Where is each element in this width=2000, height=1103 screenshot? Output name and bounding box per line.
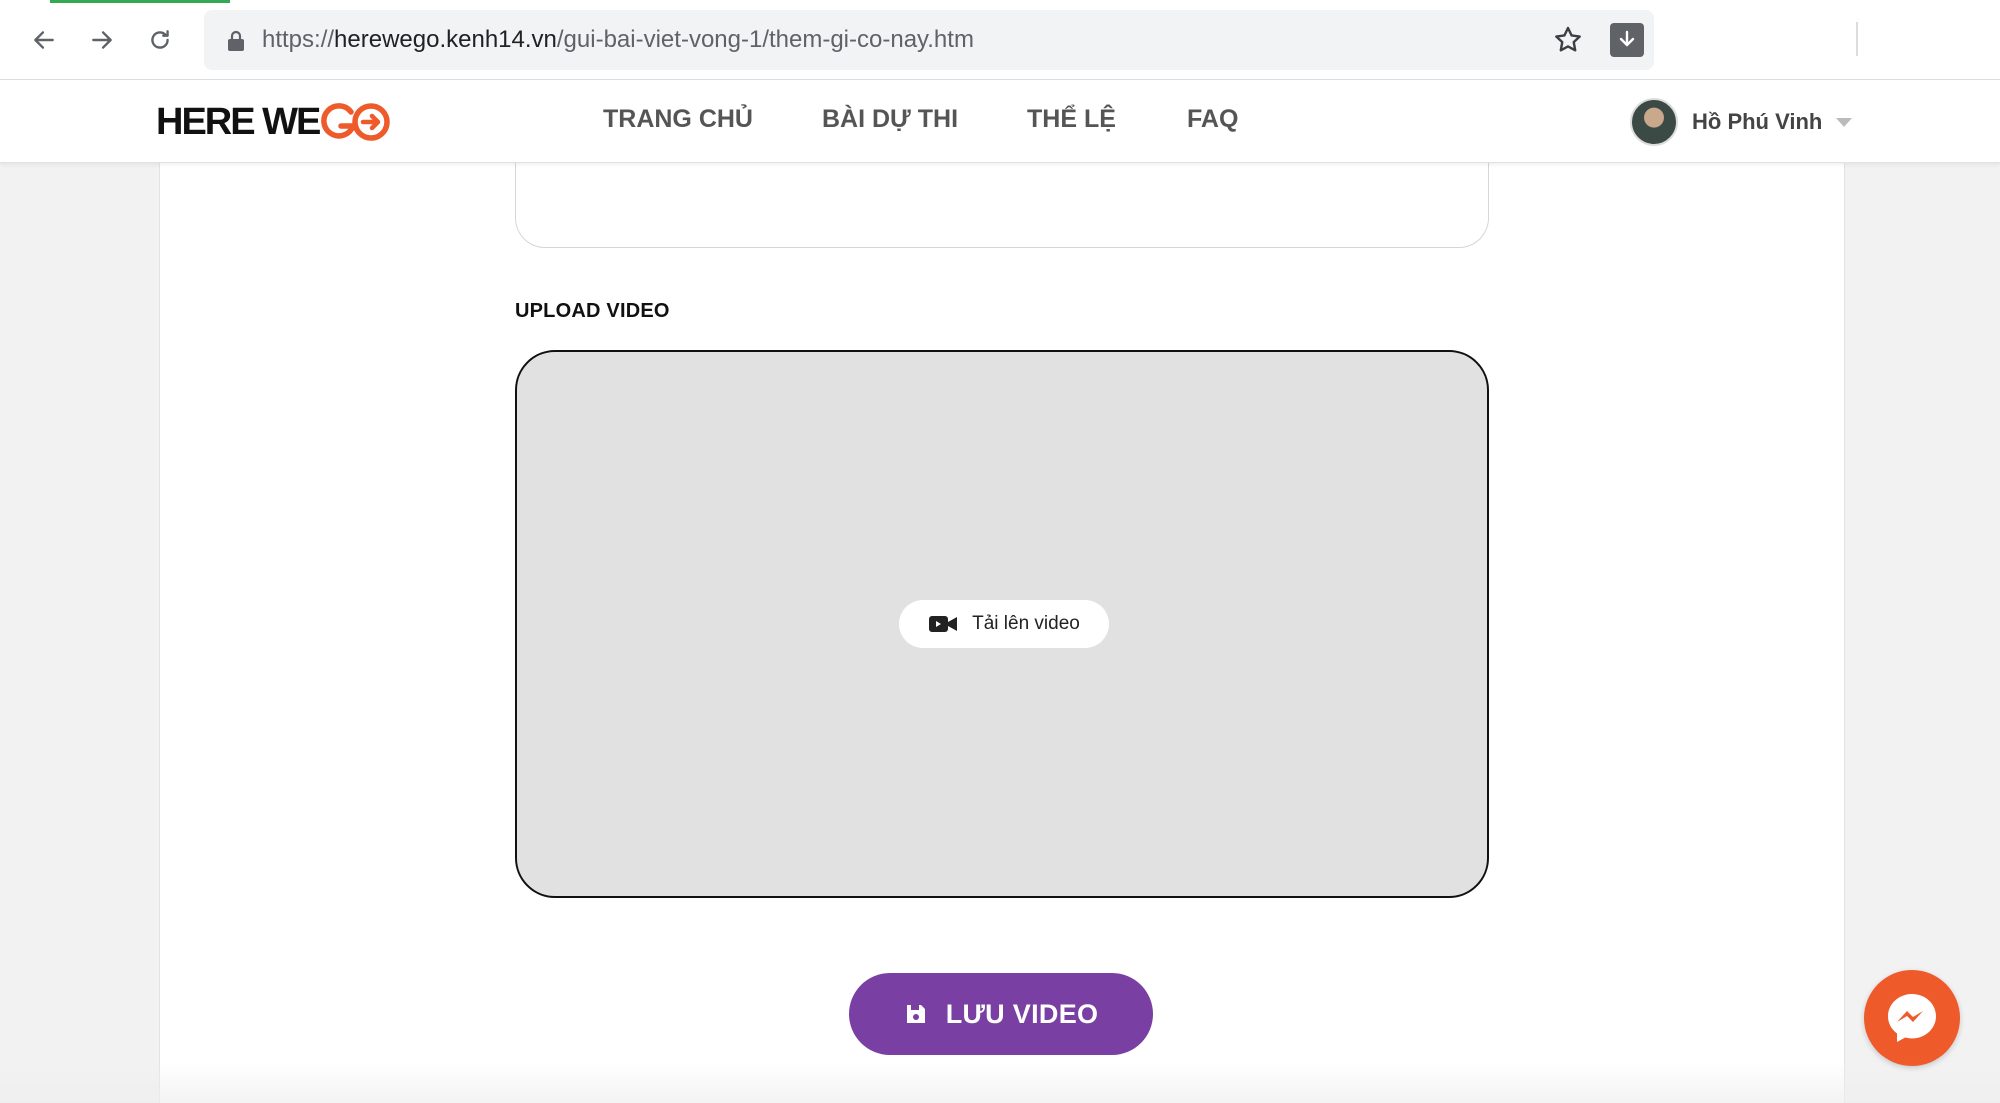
browser-toolbar: https://herewego.kenh14.vn/gui-bai-viet-…: [0, 0, 2000, 80]
back-icon: [34, 31, 54, 49]
tab-indicator: [50, 0, 230, 3]
messenger-icon: [1888, 994, 1936, 1042]
save-video-button[interactable]: LƯU VIDEO: [849, 973, 1153, 1055]
url-host: herewego.kenh14.vn: [334, 26, 557, 53]
address-bar[interactable]: https://herewego.kenh14.vn/gui-bai-viet-…: [204, 10, 1654, 70]
url-path: /gui-bai-viet-vong-1/them-gi-co-nay.htm: [556, 26, 974, 53]
logo-go-mark: [321, 100, 393, 144]
chevron-down-icon[interactable]: [1836, 117, 1853, 127]
site-logo[interactable]: HERE WE: [156, 97, 393, 147]
messenger-chat-button[interactable]: [1864, 970, 1960, 1066]
upload-video-button[interactable]: Tải lên video: [899, 600, 1109, 648]
back-button[interactable]: [24, 20, 64, 60]
video-dropzone[interactable]: Tải lên video: [515, 350, 1489, 898]
upload-video-label-text: Tải lên video: [972, 613, 1080, 634]
reload-button[interactable]: [140, 20, 180, 60]
forward-icon: [92, 31, 112, 49]
forward-button[interactable]: [82, 20, 122, 60]
download-icon: [1619, 30, 1635, 47]
save-icon: [906, 1005, 925, 1023]
url-scheme: https://: [262, 26, 335, 53]
upload-video-label: UPLOAD VIDEO: [515, 300, 670, 322]
site-header: HERE WE TRANG CHỦ BÀI DỰ THI THỂ LỆ FAQ …: [0, 81, 2000, 163]
logo-go-icon: [321, 103, 391, 141]
toolbar-divider: [1856, 22, 1858, 56]
user-name: Hồ Phú Vinh: [1692, 109, 1823, 134]
nav-faq[interactable]: FAQ: [1187, 105, 1238, 134]
user-menu[interactable]: Hồ Phú Vinh: [1630, 95, 1853, 149]
video-camera-icon: [929, 616, 958, 632]
star-icon[interactable]: [1552, 24, 1584, 56]
url-text[interactable]: https://herewego.kenh14.vn/gui-bai-viet-…: [262, 26, 974, 54]
avatar[interactable]: [1630, 98, 1678, 146]
lock-icon: [228, 30, 244, 51]
reload-icon: [151, 30, 169, 49]
download-button[interactable]: [1610, 23, 1644, 57]
logo-text: HERE WE: [156, 100, 321, 143]
nav-trang-chu[interactable]: TRANG CHỦ: [603, 105, 753, 134]
nav-the-le[interactable]: THỂ LỆ: [1027, 105, 1116, 134]
nav-bai-du-thi[interactable]: BÀI DỰ THI: [822, 105, 958, 134]
save-video-label: LƯU VIDEO: [945, 998, 1099, 1029]
